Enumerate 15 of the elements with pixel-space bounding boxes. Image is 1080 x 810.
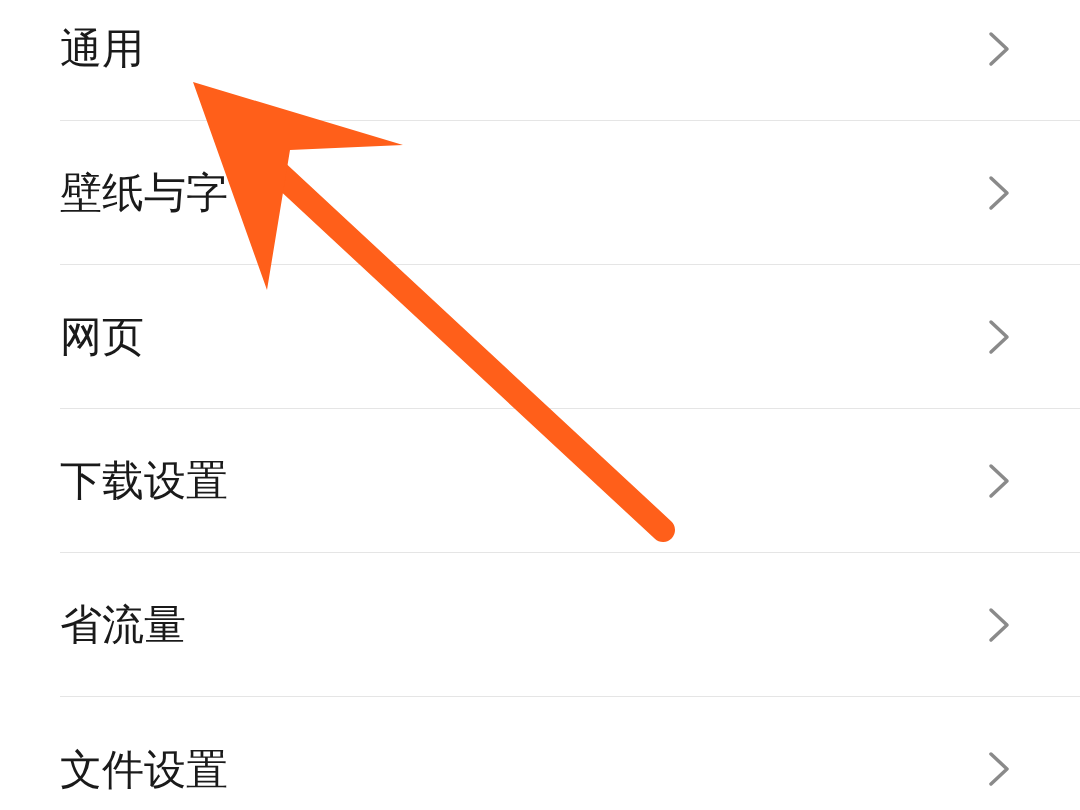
settings-row[interactable]: 文件设置 [60,697,1080,810]
chevron-right-icon [988,174,1010,211]
chevron-right-icon [988,462,1010,499]
chevron-right-icon [988,318,1010,355]
chevron-right-icon [988,30,1010,67]
settings-row[interactable]: 省流量 [60,553,1080,697]
row-label: 文件设置 [60,743,229,796]
row-label: 通用 [60,23,145,75]
chevron-right-icon [988,606,1010,643]
chevron-right-icon [988,751,1010,787]
row-label: 壁纸与字 [60,167,229,219]
row-label: 下载设置 [60,455,229,507]
row-label: 省流量 [60,599,187,651]
settings-row[interactable]: 下载设置 [60,409,1080,553]
row-label: 网页 [60,311,145,363]
